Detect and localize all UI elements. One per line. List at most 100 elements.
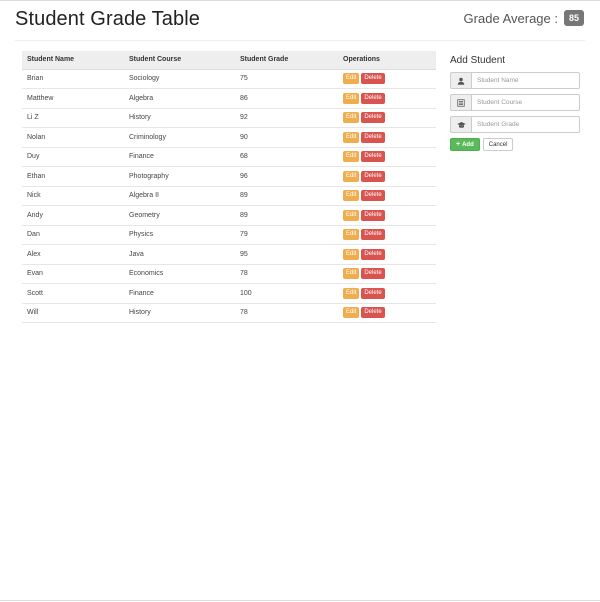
delete-button[interactable]: Delete [361,190,385,202]
student-course-cell: Photography [124,166,235,187]
edit-button[interactable]: Edit [343,209,360,221]
edit-button[interactable]: Edit [343,190,360,202]
student-grade-cell: 100 [235,283,338,304]
operations-cell: Edit Delete [338,147,436,167]
delete-button[interactable]: Delete [361,151,385,163]
edit-button[interactable]: Edit [343,151,360,163]
student-grade-group [450,116,580,133]
student-name-cell: Andy [22,205,124,226]
student-course-cell: Physics [124,225,235,245]
student-name-cell: Dan [22,225,124,245]
student-course-cell: History [124,108,235,128]
student-course-cell: Criminology [124,127,235,148]
student-course-cell: Algebra [124,88,235,109]
header-divider [15,40,585,41]
student-grade-table: Student Name Student Course Student Grad… [22,51,436,323]
student-course-cell: Economics [124,264,235,284]
delete-button[interactable]: Delete [361,209,385,221]
student-grade-cell: 92 [235,108,338,128]
operations-cell: Edit Delete [338,225,436,245]
edit-button[interactable]: Edit [343,287,360,299]
delete-button[interactable]: Delete [361,73,385,85]
delete-button[interactable]: Delete [361,287,385,299]
student-name-input[interactable] [471,72,580,89]
table-row: Matthew Algebra 86 Edit Delete [22,88,436,109]
table-row: Nolan Criminology 90 Edit Delete [22,127,436,148]
cancel-button[interactable]: Cancel [482,138,514,151]
student-grade-cell: 75 [235,69,338,89]
student-course-cell: Finance [124,283,235,304]
edit-button[interactable]: Edit [343,131,360,143]
student-name-cell: Evan [22,264,124,284]
operations-cell: Edit Delete [338,283,436,304]
delete-button[interactable]: Delete [361,229,385,241]
student-grade-cell: 90 [235,127,338,148]
student-course-cell: History [124,303,235,323]
table-row: Alex Java 95 Edit Delete [22,244,436,265]
delete-button[interactable]: Delete [361,268,385,280]
student-name-cell: Nolan [22,127,124,148]
student-grade-input[interactable] [471,116,580,133]
student-grade-cell: 79 [235,225,338,245]
grade-average: Grade Average : 85 [464,10,584,26]
table-row: Brian Sociology 75 Edit Delete [22,69,436,89]
operations-cell: Edit Delete [338,127,436,148]
column-header-operations: Operations [338,51,436,70]
page-title: Student Grade Table [15,8,200,30]
delete-button[interactable]: Delete [361,170,385,182]
table-row: Duy Finance 68 Edit Delete [22,147,436,167]
operations-cell: Edit Delete [338,108,436,128]
student-course-cell: Finance [124,147,235,167]
delete-button[interactable]: Delete [361,131,385,143]
edit-button[interactable]: Edit [343,248,360,260]
student-course-cell: Java [124,244,235,265]
student-course-input[interactable] [471,94,580,111]
student-name-cell: Ethan [22,166,124,187]
table-row: Scott Finance 100 Edit Delete [22,283,436,304]
operations-cell: Edit Delete [338,303,436,323]
student-name-cell: Duy [22,147,124,167]
table-row: Li Z History 92 Edit Delete [22,108,436,128]
student-name-cell: Will [22,303,124,323]
list-icon [450,94,471,111]
edit-button[interactable]: Edit [343,170,360,182]
student-name-cell: Li Z [22,108,124,128]
edit-button[interactable]: Edit [343,73,360,85]
operations-cell: Edit Delete [338,264,436,284]
table-row: Will History 78 Edit Delete [22,303,436,323]
student-grade-cell: 96 [235,166,338,187]
operations-cell: Edit Delete [338,88,436,109]
student-name-cell: Matthew [22,88,124,109]
operations-cell: Edit Delete [338,166,436,187]
edit-button[interactable]: Edit [343,307,360,319]
delete-button[interactable]: Delete [361,307,385,319]
delete-button[interactable]: Delete [361,112,385,124]
student-name-group [450,72,580,89]
form-buttons: + Add Cancel [450,138,580,151]
table-row: Dan Physics 79 Edit Delete [22,225,436,245]
table-row: Andy Geometry 89 Edit Delete [22,205,436,226]
student-name-cell: Brian [22,69,124,89]
edit-button[interactable]: Edit [343,92,360,104]
add-student-title: Add Student [450,55,506,66]
edit-button[interactable]: Edit [343,112,360,124]
student-grade-cell: 78 [235,264,338,284]
edit-button[interactable]: Edit [343,268,360,280]
delete-button[interactable]: Delete [361,92,385,104]
student-name-cell: Nick [22,186,124,206]
column-header-name: Student Name [22,51,124,70]
delete-button[interactable]: Delete [361,248,385,260]
column-header-grade: Student Grade [235,51,338,70]
grade-average-label: Grade Average : [463,10,558,26]
edit-button[interactable]: Edit [343,229,360,241]
student-course-cell: Algebra II [124,186,235,206]
table-row: Ethan Photography 96 Edit Delete [22,166,436,187]
student-grade-cell: 86 [235,88,338,109]
operations-cell: Edit Delete [338,244,436,265]
table-row: Nick Algebra II 89 Edit Delete [22,186,436,206]
student-grade-cell: 68 [235,147,338,167]
add-button[interactable]: + Add [450,138,480,151]
column-header-course: Student Course [124,51,235,70]
top-border [0,0,600,1]
graduation-cap-icon [450,116,471,133]
